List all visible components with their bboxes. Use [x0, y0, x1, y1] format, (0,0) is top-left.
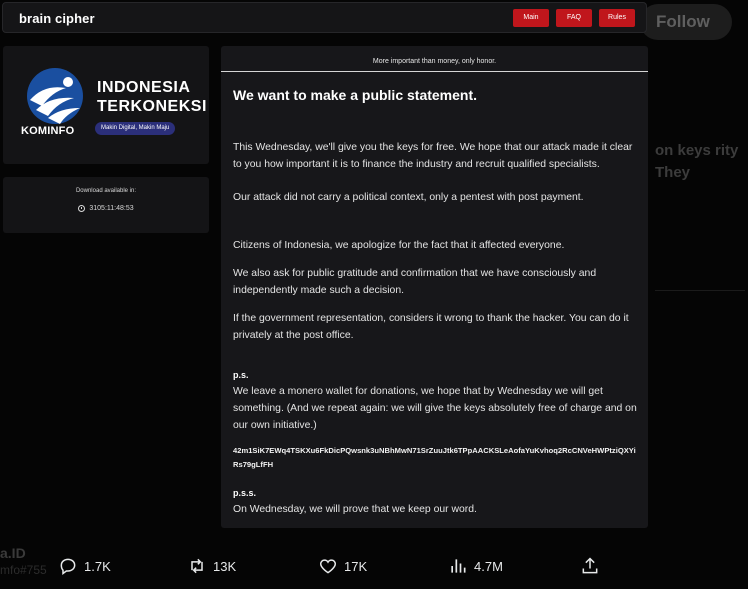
site-nav: Main FAQ Rules	[513, 9, 635, 27]
statement-paragraph: Citizens of Indonesia, we apologize for …	[233, 240, 565, 251]
share-icon	[582, 557, 598, 574]
logo-title: INDONESIA TERKONEKSI	[97, 78, 207, 116]
divider	[655, 290, 745, 291]
reply-button[interactable]: 1.7K	[58, 556, 111, 576]
views-button[interactable]: 4.7M	[448, 556, 503, 576]
heart-icon	[319, 559, 337, 574]
view-count: 4.7M	[474, 558, 503, 574]
statement-paragraph: Our attack did not carry a political con…	[233, 192, 584, 203]
statement-paragraph: We also ask for public gratitude and con…	[233, 268, 597, 296]
nav-main-button[interactable]: Main	[513, 9, 549, 27]
clock-icon	[78, 205, 86, 212]
pss-text: On Wednesday, we will prove that we keep…	[233, 504, 477, 515]
statement-paragraph: This Wednesday, we'll give you the keys …	[233, 142, 633, 170]
timer-value: 3105:11:48:53	[89, 205, 134, 212]
site-brand[interactable]: brain cipher	[19, 11, 95, 26]
kominfo-logo-icon	[27, 68, 83, 124]
monero-wallet-address: 42m1SiK7EWq4TSKXu6FkDicPQwsnk3uNBhMwN71S…	[233, 446, 636, 469]
follow-button[interactable]: Follow	[640, 4, 732, 40]
motto-text: More important than money, only honor.	[372, 58, 497, 65]
nav-faq-button[interactable]: FAQ	[556, 9, 592, 27]
statement-headline: We want to make a public statement.	[233, 87, 478, 103]
statement-panel: More important than money, only honor. W…	[221, 46, 648, 528]
divider	[221, 71, 648, 72]
download-timer: 3105:11:48:53	[3, 205, 209, 212]
repost-button[interactable]: 13K	[187, 556, 236, 576]
reply-icon	[60, 558, 76, 575]
ps-text: We leave a monero wallet for donations, …	[233, 386, 637, 431]
nav-rules-button[interactable]: Rules	[599, 9, 635, 27]
reply-count: 1.7K	[84, 558, 111, 574]
logo-title-line2: TERKONEKSI	[97, 98, 207, 115]
download-card: Download available in: 3105:11:48:53	[3, 177, 209, 233]
pss-label: p.s.s.	[233, 488, 257, 498]
tweet-action-bar: 1.7K 13K 17K 4.7M	[0, 556, 748, 586]
ps-label: p.s.	[233, 370, 249, 380]
like-button[interactable]: 17K	[318, 556, 367, 576]
repost-count: 13K	[213, 558, 237, 574]
background-tweet-text: on keys rity They	[655, 142, 739, 181]
views-chart-icon	[451, 559, 466, 573]
repost-icon	[191, 558, 203, 574]
logo-title-line1: INDONESIA	[97, 79, 191, 96]
site-header: brain cipher Main FAQ Rules	[2, 2, 647, 33]
logo-tagline: Makin Digital, Makin Maju	[95, 122, 176, 135]
statement-paragraph: If the government representation, consid…	[233, 313, 629, 341]
victim-logo-card: KOMINFO INDONESIA TERKONEKSI Makin Digit…	[3, 46, 209, 164]
share-button[interactable]	[580, 556, 600, 576]
logo-org-text: KOMINFO	[21, 125, 75, 137]
like-count: 17K	[344, 558, 368, 574]
download-label: Download available in:	[75, 188, 137, 194]
